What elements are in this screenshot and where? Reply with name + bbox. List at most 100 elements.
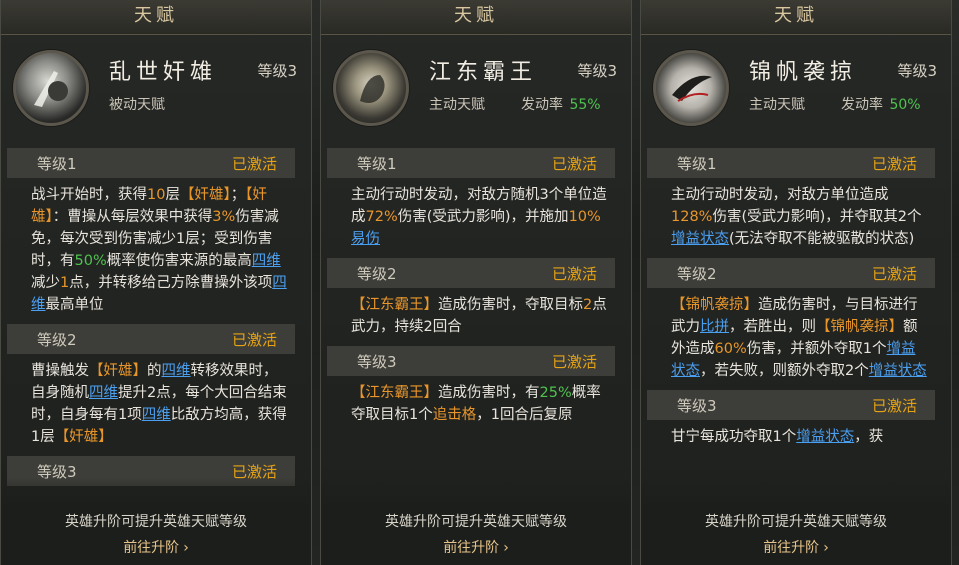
- text-segment: 【江东霸王】: [351, 385, 438, 401]
- text-segment: 主动行动时发动，对敌方单位造成: [671, 187, 889, 203]
- chevron-right-icon: ›: [183, 540, 189, 556]
- text-segment: 点，并转移给己方除曹操外该项: [69, 275, 273, 291]
- keyword-link[interactable]: 增益状态: [671, 231, 729, 247]
- level-description: 主动行动时发动，对敌方随机3个单位造成72%伤害(受武力影响)，并施加10%易伤: [321, 178, 631, 258]
- keyword-link[interactable]: 增益状态: [869, 363, 927, 379]
- talent-type: 被动天赋: [109, 97, 165, 113]
- keyword-link[interactable]: 比拼: [700, 319, 729, 335]
- chevron-right-icon: ›: [823, 540, 829, 556]
- level-label: 等级1: [677, 154, 717, 173]
- fade-overlay: [641, 478, 951, 508]
- level-status: 已激活: [871, 264, 917, 283]
- level-description: 【江东霸王】造成伤害时，夺取目标2点武力，持续2回合: [321, 288, 631, 346]
- keyword-link[interactable]: 增益状态: [796, 429, 854, 445]
- level-status: 已激活: [551, 264, 597, 283]
- go-upgrade-label: 前往升阶: [123, 540, 180, 556]
- go-upgrade-link[interactable]: 前往升阶 ›: [1, 537, 311, 557]
- text-segment: 2: [583, 297, 593, 313]
- talent-portrait-icon: [13, 50, 89, 126]
- go-upgrade-label: 前往升阶: [763, 540, 820, 556]
- text-segment: 甘宁每成功夺取1个: [671, 429, 797, 445]
- talent-summary: 锦帆袭掠 等级3 主动天赋 发动率 50%: [641, 40, 951, 140]
- level-description: 【锦帆袭掠】造成伤害时，与目标进行武力比拼，若胜出，则【锦帆袭掠】额外造成60%…: [641, 288, 951, 390]
- keyword-link[interactable]: 四维: [252, 253, 281, 269]
- text-segment: 造成伤害时，有: [438, 385, 540, 401]
- text-segment: 【奸雄】: [54, 429, 113, 445]
- text-segment: 伤害(受武力影响)，并施加: [397, 209, 569, 225]
- text-segment: ，若胜出，则: [729, 319, 816, 335]
- card-footer: 英雄升阶可提升英雄天赋等级 前往升阶 ›: [321, 505, 631, 565]
- fade-overlay: [1, 478, 311, 508]
- text-segment: 50%: [74, 253, 107, 269]
- card-footer: 英雄升阶可提升英雄天赋等级 前往升阶 ›: [1, 505, 311, 565]
- card-header: 天赋: [641, 0, 951, 35]
- level-header: 等级2 已激活: [647, 258, 935, 288]
- level-status: 已激活: [871, 396, 917, 415]
- text-segment: 的: [147, 363, 162, 379]
- level-label: 等级2: [357, 264, 397, 283]
- talent-name: 乱世奸雄: [109, 60, 218, 85]
- text-segment: ；: [230, 187, 246, 203]
- level-header: 等级2 已激活: [327, 258, 615, 288]
- level-description: 主动行动时发动，对敌方单位造成 128%伤害(受武力影响)，并夺取其2个增益状态(…: [641, 178, 951, 258]
- keyword-link[interactable]: 四维: [142, 407, 171, 423]
- card-footer: 英雄升阶可提升英雄天赋等级 前往升阶 ›: [641, 505, 951, 565]
- talent-type: 主动天赋: [429, 97, 485, 113]
- talent-levels: 等级1 已激活 主动行动时发动，对敌方随机3个单位造成72%伤害(受武力影响)，…: [321, 148, 631, 493]
- text-segment: 减少: [31, 275, 60, 291]
- talent-card-2: 天赋 江东霸王 等级3 主动天赋 发动率 55% 等级1 已激活 主动行动时发动…: [320, 0, 632, 565]
- text-segment: 曹操触发: [31, 363, 89, 379]
- keyword-link[interactable]: 四维: [162, 363, 191, 379]
- text-segment: 【奸雄】: [179, 187, 231, 203]
- talent-level: 等级3: [897, 62, 937, 80]
- upgrade-hint: 英雄升阶可提升英雄天赋等级: [705, 514, 887, 530]
- keyword-link[interactable]: 易伤: [351, 231, 380, 247]
- go-upgrade-link[interactable]: 前往升阶 ›: [321, 537, 631, 557]
- level-label: 等级2: [37, 330, 77, 349]
- text-segment: ，若失败，则额外夺取2个: [700, 363, 869, 379]
- upgrade-hint: 英雄升阶可提升英雄天赋等级: [385, 514, 567, 530]
- level-description: 曹操触发【奸雄】的四维转移效果时，自身随机四维提升2点，每个大回合结束时，自身每…: [1, 354, 311, 456]
- text-segment: 25%: [539, 385, 572, 401]
- text-segment: 72%: [365, 209, 398, 225]
- text-segment: 128%: [671, 209, 713, 225]
- text-segment: 追击格: [432, 407, 477, 423]
- go-upgrade-link[interactable]: 前往升阶 ›: [641, 537, 951, 557]
- text-segment: 伤害，并额外夺取1个: [746, 341, 887, 357]
- talent-portrait-icon: [333, 50, 409, 126]
- level-status: 已激活: [551, 154, 597, 173]
- keyword-link[interactable]: 四维: [89, 385, 118, 401]
- talent-levels: 等级1 已激活 主动行动时发动，对敌方单位造成 128%伤害(受武力影响)，并夺取…: [641, 148, 951, 493]
- talent-name: 江东霸王: [429, 60, 538, 85]
- text-segment: 战斗开始时，获得: [31, 187, 147, 203]
- text-segment: 层: [165, 187, 180, 203]
- text-segment: ，获: [854, 429, 884, 445]
- talent-portrait-icon: [653, 50, 729, 126]
- trigger-rate-label: 发动率: [521, 97, 563, 113]
- text-segment: 【锦帆袭掠】: [816, 319, 903, 335]
- level-label: 等级1: [357, 154, 397, 173]
- text-segment: 概率使伤害来源的最高: [106, 253, 252, 269]
- level-label: 等级2: [677, 264, 717, 283]
- text-segment: ，1回合后复原: [476, 407, 573, 423]
- level-description: 【江东霸王】造成伤害时，有25%概率夺取目标1个追击格，1回合后复原: [321, 376, 631, 434]
- text-segment: 1: [60, 275, 70, 291]
- level-status: 已激活: [871, 154, 917, 173]
- card-header: 天赋: [321, 0, 631, 35]
- level-header: 等级3 已激活: [647, 390, 935, 420]
- level-label: 等级3: [357, 352, 397, 371]
- trigger-rate: 发动率 55%: [521, 94, 601, 114]
- text-segment: 3%: [212, 209, 236, 225]
- talent-type: 主动天赋: [749, 97, 805, 113]
- talent-summary: 江东霸王 等级3 主动天赋 发动率 55%: [321, 40, 631, 140]
- text-segment: (无法夺取不能被驱散的状态): [729, 231, 915, 247]
- level-status: 已激活: [551, 352, 597, 371]
- text-segment: 【奸雄】: [89, 363, 147, 379]
- level-description: 战斗开始时，获得10层【奸雄】；【奸雄】：曹操从每层效果中获得3%伤害减免，每次…: [1, 178, 311, 324]
- upgrade-hint: 英雄升阶可提升英雄天赋等级: [65, 514, 247, 530]
- go-upgrade-label: 前往升阶: [443, 540, 500, 556]
- talent-level: 等级3: [257, 62, 297, 80]
- talent-levels: 等级1 已激活 战斗开始时，获得10层【奸雄】；【奸雄】：曹操从每层效果中获得3…: [1, 148, 311, 493]
- text-segment: ：曹操从每层效果中获得: [52, 209, 213, 225]
- talent-name: 锦帆袭掠: [749, 60, 858, 85]
